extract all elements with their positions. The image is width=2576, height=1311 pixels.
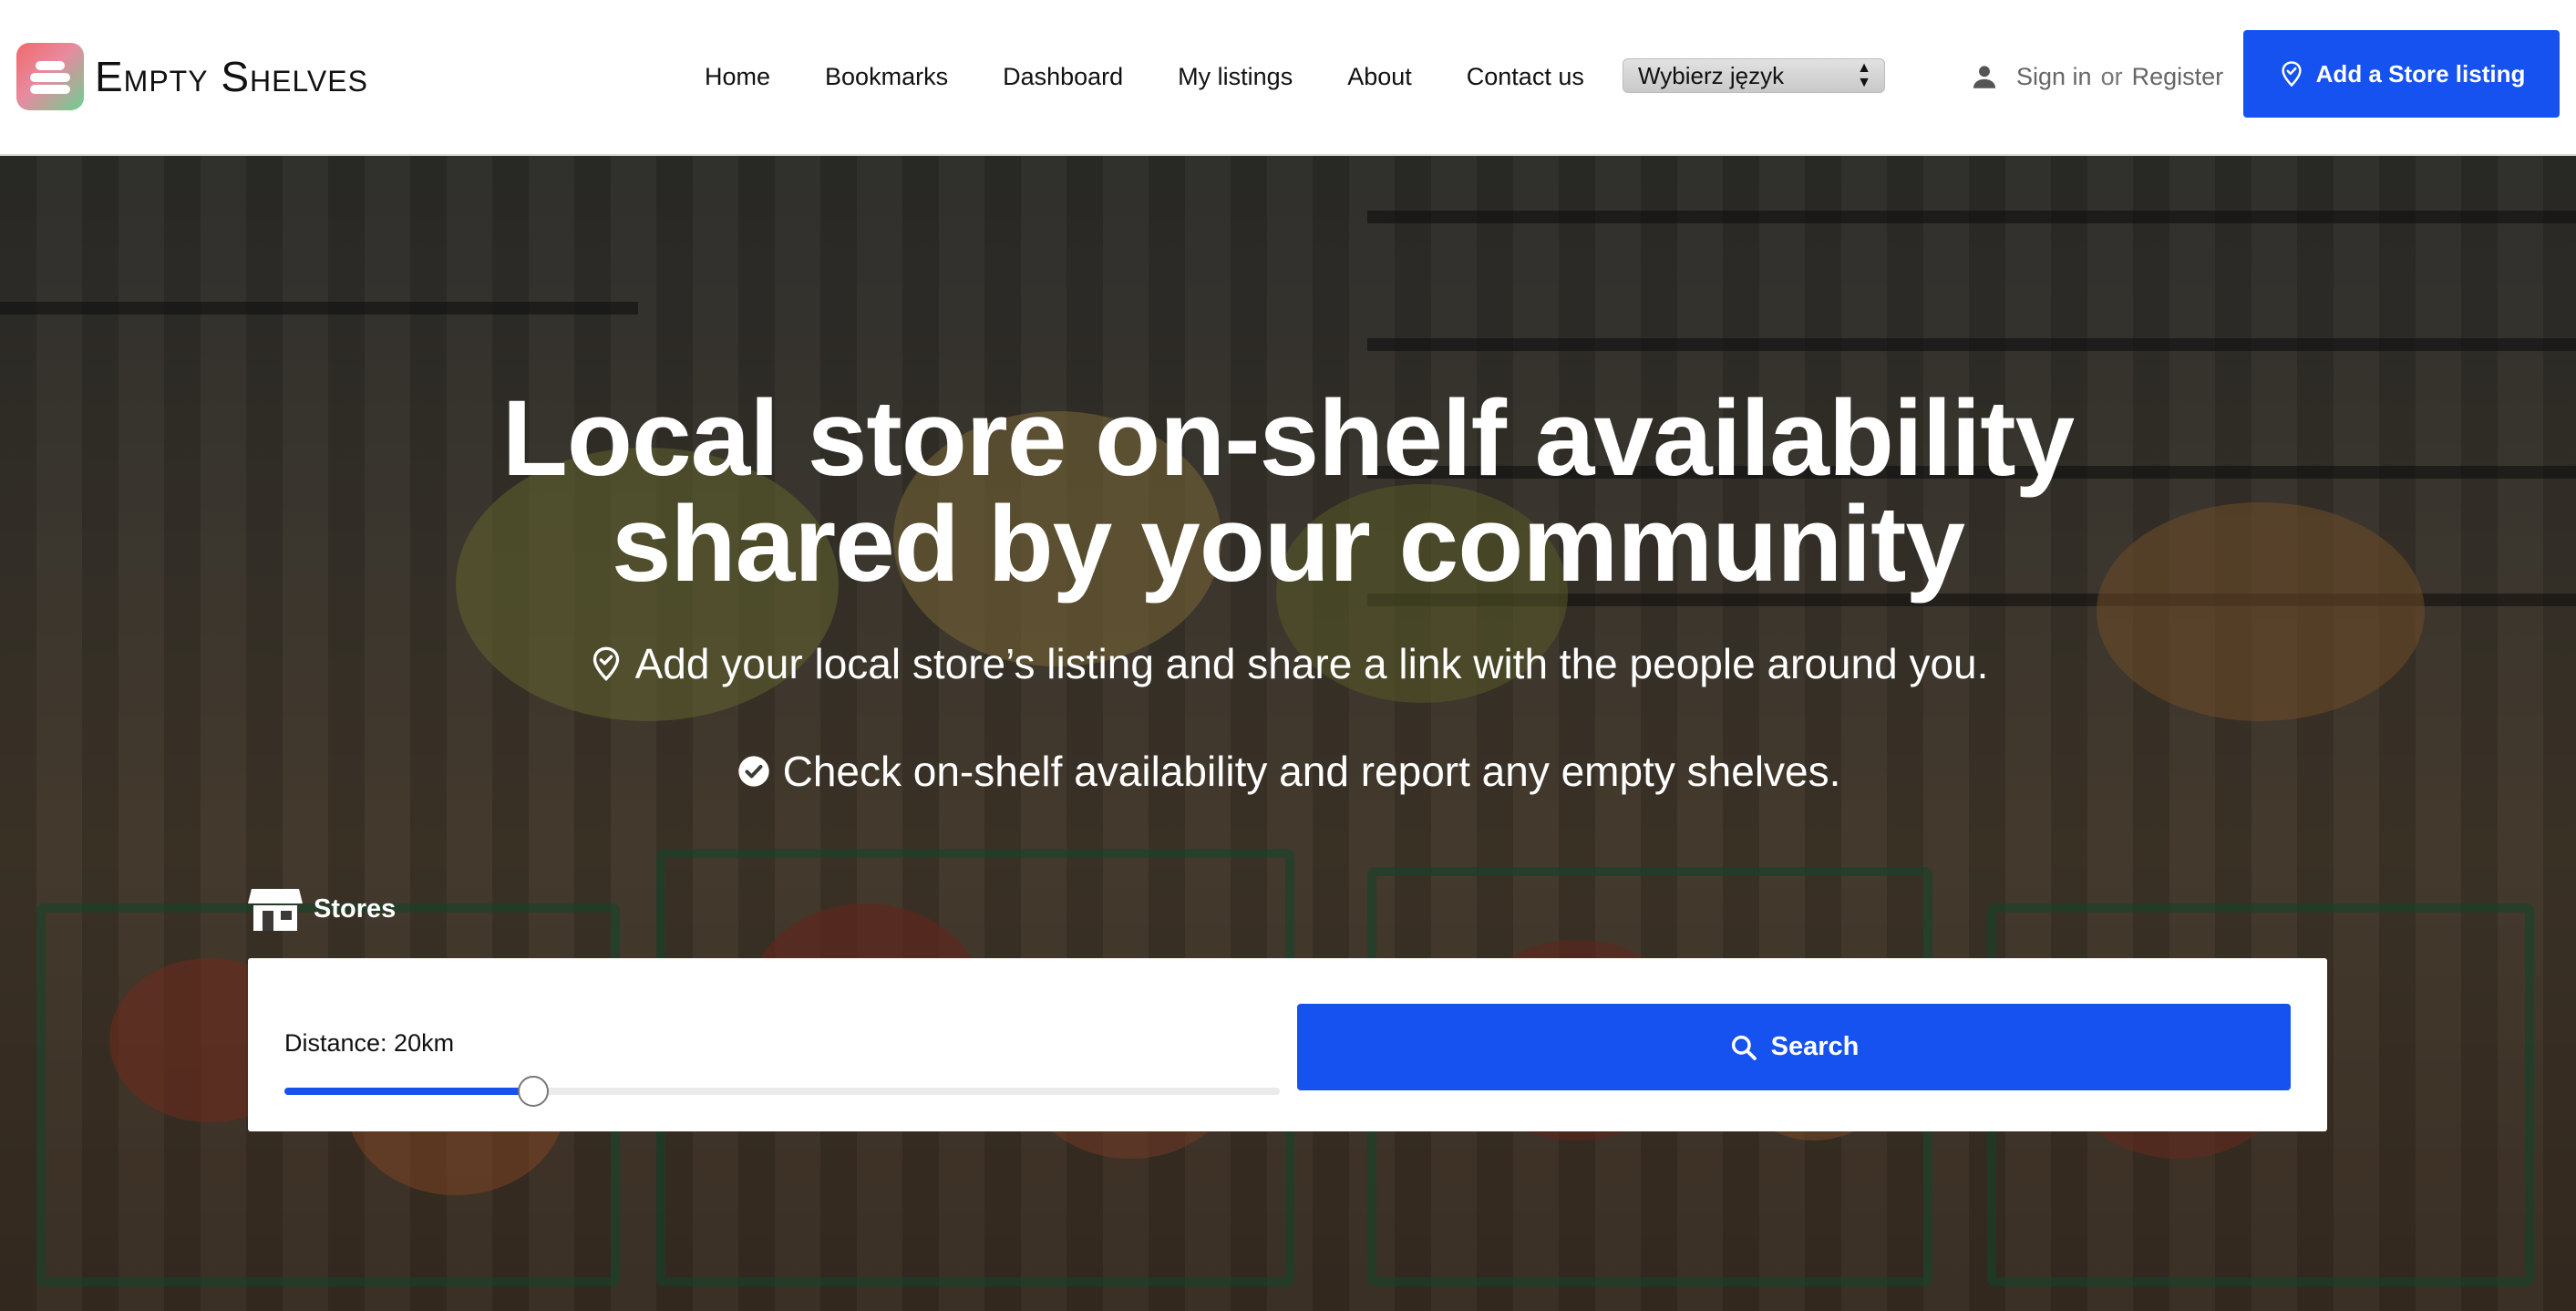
- nav-item-about[interactable]: About: [1347, 57, 1412, 97]
- hero-section: Local store on-shelf availability shared…: [0, 156, 2576, 1311]
- nav-item-contact[interactable]: Contact us: [1467, 57, 1584, 97]
- shelves-logo-icon: [16, 43, 84, 110]
- add-store-listing-label: Add a Store listing: [2315, 59, 2526, 88]
- hero-headline-line1: Local store on-shelf availability: [501, 378, 2075, 499]
- hero-subline-add: Add your local store’s listing and share…: [0, 639, 2576, 688]
- nav-item-bookmarks[interactable]: Bookmarks: [825, 57, 948, 97]
- person-icon: [1973, 66, 1996, 88]
- add-store-listing-button[interactable]: Add a Store listing: [2243, 30, 2560, 118]
- store-icon: [248, 889, 303, 931]
- main-nav: Home Bookmarks Dashboard My listings Abo…: [705, 57, 1639, 97]
- language-select-value: Wybierz język: [1638, 62, 1785, 89]
- stores-tab-label: Stores: [314, 893, 397, 924]
- distance-slider-thumb[interactable]: [518, 1076, 549, 1107]
- hero-subline-check: Check on-shelf availability and report a…: [0, 747, 2576, 796]
- search-panel: Distance: 20km Search: [248, 958, 2327, 1131]
- hero-subline-check-text: Check on-shelf availability and report a…: [782, 748, 1841, 795]
- brand-logo[interactable]: Empty Shelves: [16, 42, 368, 111]
- search-button-label: Search: [1770, 1032, 1860, 1061]
- stores-tab[interactable]: Stores: [248, 885, 396, 933]
- distance-slider-fill: [284, 1088, 533, 1095]
- register-link[interactable]: Register: [2132, 63, 2224, 91]
- auth-links: Sign in or Register: [1969, 57, 2223, 97]
- language-select[interactable]: Wybierz język ▲ ▼: [1623, 58, 1885, 93]
- distance-slider[interactable]: [284, 1076, 1280, 1107]
- map-pin-check-icon: [592, 646, 619, 682]
- hero-overlay: [0, 156, 2576, 1311]
- hero-subline-add-text: Add your local store’s listing and share…: [634, 640, 1989, 687]
- auth-separator: or: [2100, 62, 2123, 90]
- brand-name: Empty Shelves: [95, 53, 368, 100]
- top-header: Empty Shelves Home Bookmarks Dashboard M…: [0, 0, 2576, 156]
- sign-in-link[interactable]: Sign in: [2016, 63, 2092, 91]
- search-icon: [1731, 1035, 1757, 1060]
- hero-headline: Local store on-shelf availability shared…: [0, 378, 2576, 604]
- hero-headline-line2: shared by your community: [611, 484, 1965, 604]
- search-button[interactable]: Search: [1297, 1004, 2291, 1090]
- nav-item-my-listings[interactable]: My listings: [1178, 57, 1293, 97]
- distance-label: Distance: 20km: [284, 1029, 455, 1057]
- nav-item-home[interactable]: Home: [705, 57, 770, 97]
- nav-item-dashboard[interactable]: Dashboard: [1003, 57, 1123, 97]
- check-circle-icon: [737, 756, 769, 787]
- select-arrows-icon: ▲ ▼: [1857, 60, 1871, 90]
- map-pin-check-icon: [2282, 61, 2302, 88]
